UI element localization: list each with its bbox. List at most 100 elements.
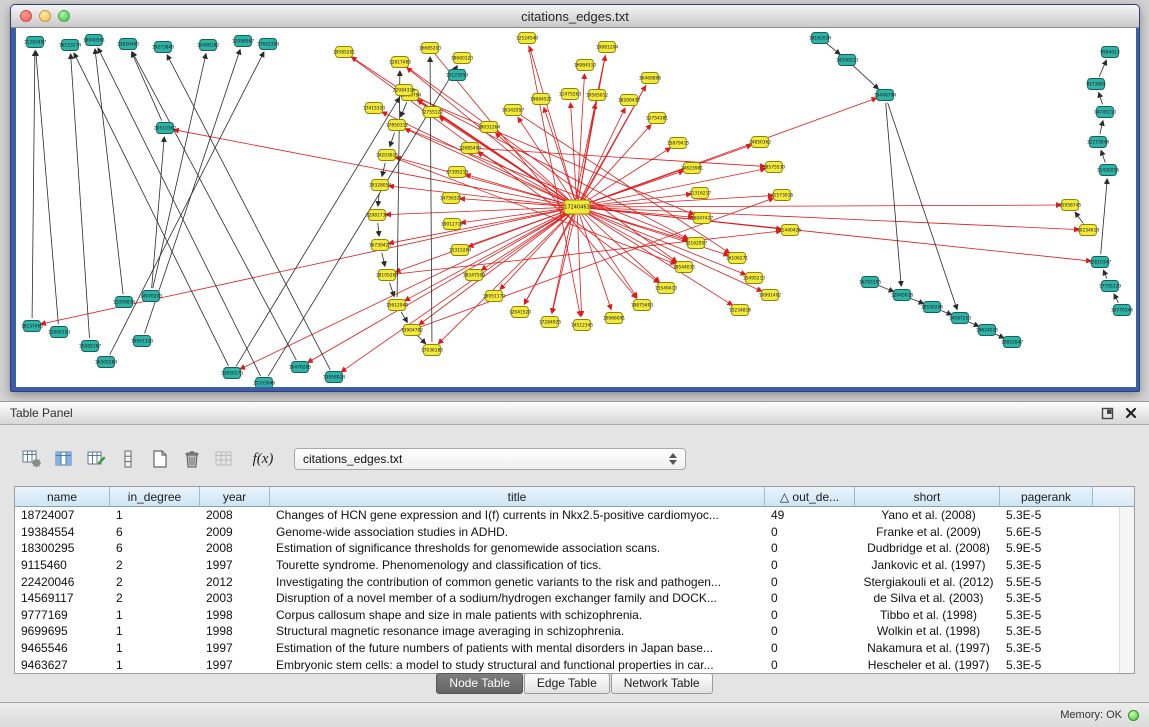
table-cell[interactable]: 5.3E-5 bbox=[1000, 508, 1093, 522]
graph-node[interactable]: 12098567 bbox=[232, 36, 255, 47]
table-cell[interactable]: 0 bbox=[765, 641, 855, 655]
graph-edge[interactable] bbox=[1099, 93, 1103, 105]
table-cell[interactable]: 0 bbox=[765, 541, 855, 555]
graph-node[interactable]: 11430256 bbox=[1097, 165, 1120, 176]
table-cell[interactable]: Yano et al. (2008) bbox=[855, 508, 1000, 522]
graph-node[interactable]: 17652304 bbox=[257, 39, 280, 50]
graph-node[interactable]: 17415320 bbox=[363, 103, 386, 114]
float-panel-icon[interactable] bbox=[1099, 405, 1115, 421]
table-cell[interactable]: 6 bbox=[110, 541, 200, 555]
minimize-button[interactable] bbox=[39, 10, 51, 22]
graph-edge[interactable] bbox=[877, 285, 893, 292]
graph-node[interactable]: 16951173 bbox=[483, 291, 506, 302]
graph-edge[interactable] bbox=[581, 214, 637, 298]
table-cell[interactable]: 2009 bbox=[200, 525, 270, 539]
graph-node[interactable]: 22084316 bbox=[393, 85, 416, 96]
graph-edge[interactable] bbox=[585, 208, 693, 218]
graph-node[interactable]: 18347509 bbox=[463, 270, 486, 281]
graph-node[interactable]: 10991402 bbox=[759, 290, 782, 301]
table-cell[interactable]: 0 bbox=[765, 558, 855, 572]
table-cell[interactable]: 5.5E-5 bbox=[1000, 575, 1093, 589]
graph-edge[interactable] bbox=[585, 169, 765, 206]
table-cell[interactable]: 49 bbox=[765, 508, 855, 522]
table-cell[interactable]: 5.3E-5 bbox=[1000, 658, 1093, 672]
rows-icon[interactable] bbox=[114, 446, 142, 472]
graph-node[interactable]: 15612940 bbox=[386, 300, 409, 311]
graph-node[interactable]: 19585201 bbox=[333, 47, 356, 58]
graph-node[interactable]: 12162957 bbox=[685, 238, 708, 249]
graph-edge[interactable] bbox=[341, 212, 570, 372]
table-cell[interactable]: 1 bbox=[110, 608, 200, 622]
tab-node-table[interactable]: Node Table bbox=[436, 673, 523, 694]
column-header-name[interactable]: name bbox=[15, 487, 110, 507]
table-cell[interactable]: 18300295 bbox=[15, 541, 110, 555]
table-cell[interactable]: 9777169 bbox=[15, 608, 110, 622]
close-panel-icon[interactable] bbox=[1123, 405, 1139, 421]
graph-edge[interactable] bbox=[1114, 294, 1118, 303]
graph-edge[interactable] bbox=[95, 49, 123, 294]
graph-node[interactable]: 14756321 bbox=[440, 193, 463, 204]
table-row[interactable]: 946362711997Embryonic stem cells: a mode… bbox=[15, 656, 1134, 673]
graph-node[interactable]: 10966091 bbox=[603, 313, 626, 324]
graph-node[interactable]: 10234619 bbox=[1077, 225, 1100, 236]
graph-node[interactable]: 16469896 bbox=[639, 73, 662, 84]
table-row[interactable]: 977716911998Corpus callosum shape and si… bbox=[15, 607, 1134, 624]
graph-edge[interactable] bbox=[390, 283, 395, 297]
table-cell[interactable]: 6 bbox=[110, 525, 200, 539]
table-cell[interactable]: Dudbridge et al. (2008) bbox=[855, 541, 1000, 555]
graph-node[interactable]: 19624035 bbox=[976, 325, 999, 336]
table-cell[interactable]: Stergiakouli et al. (2012) bbox=[855, 575, 1000, 589]
graph-node[interactable]: 15234816 bbox=[729, 305, 752, 316]
table-cell[interactable]: Franke et al. (2009) bbox=[855, 525, 1000, 539]
graph-edge[interactable] bbox=[382, 112, 570, 204]
table-row[interactable]: 1830029562008Estimation of significance … bbox=[15, 540, 1134, 557]
graph-edge[interactable] bbox=[389, 186, 569, 206]
table-cell[interactable]: de Silva et al. (2003) bbox=[855, 591, 1000, 605]
graph-node[interactable]: 11440426 bbox=[779, 225, 802, 236]
table-cell[interactable]: 14569117 bbox=[15, 591, 110, 605]
graph-node[interactable]: 16984510 bbox=[574, 60, 597, 71]
graph-edge[interactable] bbox=[378, 223, 379, 236]
column-settings-icon[interactable] bbox=[18, 446, 46, 472]
graph-edge[interactable] bbox=[496, 133, 571, 202]
graph-node[interactable]: 11283497 bbox=[24, 37, 47, 48]
graph-node[interactable]: 19881204 bbox=[596, 42, 619, 53]
table-cell[interactable]: Genome-wide association studies in ADHD. bbox=[270, 525, 765, 539]
graph-edge[interactable] bbox=[826, 43, 840, 54]
graph-edge[interactable] bbox=[240, 210, 570, 369]
graph-node[interactable]: 11059834 bbox=[113, 297, 136, 308]
graph-node[interactable]: 10852647 bbox=[1001, 337, 1024, 348]
graph-node[interactable]: 20510362 bbox=[154, 123, 177, 134]
graph-node[interactable]: 14203615 bbox=[376, 150, 399, 161]
graph-edge[interactable] bbox=[585, 208, 1091, 261]
table-cell[interactable]: Wolkin et al. (1998) bbox=[855, 624, 1000, 638]
table-cell[interactable]: Changes of HCN gene expression and I(f) … bbox=[270, 508, 765, 522]
graph-edge[interactable] bbox=[585, 98, 877, 204]
graph-edge[interactable] bbox=[390, 133, 395, 147]
table-cell[interactable]: Hescheler et al. (1997) bbox=[855, 658, 1000, 672]
graph-edge[interactable] bbox=[32, 51, 35, 318]
graph-node[interactable]: 16730425 bbox=[369, 240, 392, 251]
graph-edge[interactable] bbox=[1103, 270, 1106, 278]
table-cell[interactable]: 0 bbox=[765, 525, 855, 539]
column-header-pagerank[interactable]: pagerank bbox=[1000, 487, 1093, 507]
table-row[interactable]: 2242004622012Investigating the contribut… bbox=[15, 573, 1134, 590]
column-header-out-de-[interactable]: △ out_de... bbox=[765, 487, 855, 507]
graph-node[interactable]: 14623981 bbox=[681, 163, 704, 174]
table-cell[interactable]: Embryonic stem cells: a model to study s… bbox=[270, 658, 765, 672]
graph-node[interactable]: 14087253 bbox=[949, 313, 972, 324]
table-select-dropdown[interactable]: citations_edges.txt bbox=[294, 448, 686, 470]
graph-node[interactable]: 18200432 bbox=[618, 95, 641, 106]
graph-node[interactable]: 16685203 bbox=[419, 43, 442, 54]
graph-node[interactable]: 15879415 bbox=[667, 138, 690, 149]
graph-node[interactable]: 19012716 bbox=[441, 219, 464, 230]
graph-edge[interactable] bbox=[153, 54, 206, 288]
graph-node[interactable]: 19565012 bbox=[586, 90, 609, 101]
graph-node[interactable]: 12806153 bbox=[48, 327, 71, 338]
graph-node[interactable]: 11475263 bbox=[559, 89, 582, 100]
table-row[interactable]: 911546021997Tourette syndrome. Phenomeno… bbox=[15, 557, 1134, 574]
table-cell[interactable]: 2 bbox=[110, 591, 200, 605]
graph-node[interactable]: 12524549 bbox=[516, 33, 539, 44]
graph-node[interactable]: 18105263 bbox=[376, 270, 399, 281]
table-cell[interactable]: Corpus callosum shape and size in male p… bbox=[270, 608, 765, 622]
